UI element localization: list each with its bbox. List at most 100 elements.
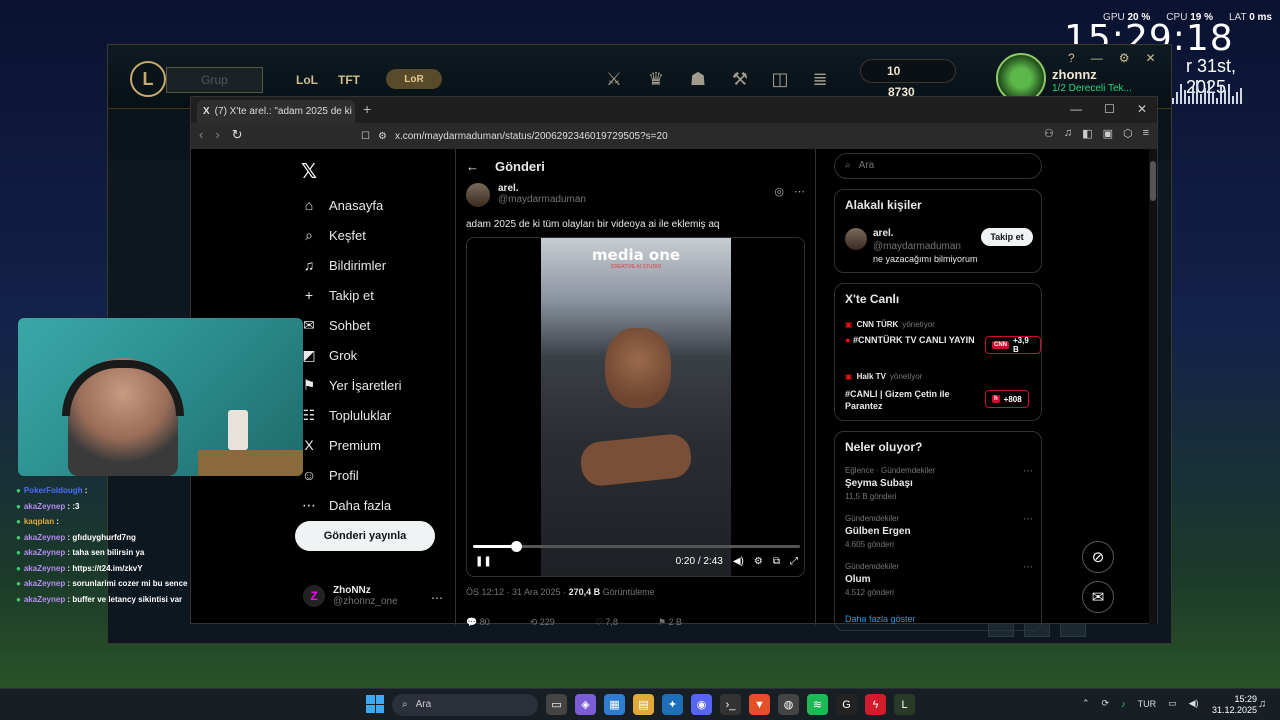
nav-item-5[interactable]: ◩ Grok bbox=[301, 347, 357, 364]
settings-icon[interactable]: ⚙ bbox=[754, 556, 763, 567]
help-icon[interactable]: ? bbox=[1068, 51, 1075, 65]
lol-logo[interactable]: L bbox=[130, 61, 166, 97]
grok-fab-icon[interactable]: ⊘ bbox=[1082, 541, 1114, 573]
lol-tab-lol[interactable]: LoL bbox=[296, 73, 318, 87]
reply-count[interactable]: 💬 80 bbox=[466, 617, 490, 628]
nav-item-3[interactable]: + Takip et bbox=[301, 287, 374, 303]
tweet-author[interactable]: arel. @maydarmaduman bbox=[466, 183, 586, 207]
video-player[interactable]: media one CREATIVE AI STUDIO ❚❚ 0:20 / 2… bbox=[466, 237, 805, 577]
app-icon[interactable]: ϟ bbox=[865, 694, 886, 715]
language-indicator[interactable]: TUR bbox=[1138, 699, 1157, 709]
minimize-icon[interactable]: — bbox=[1070, 102, 1082, 116]
pip-icon[interactable]: ⧉ bbox=[773, 556, 780, 567]
fullscreen-icon[interactable]: ⤢ bbox=[790, 556, 798, 567]
chevron-up-icon[interactable]: ⌃ bbox=[1082, 698, 1090, 709]
search-input[interactable]: ⌕ Ara bbox=[834, 153, 1042, 179]
nav-item-0[interactable]: ⌂ Anasayfa bbox=[301, 197, 383, 213]
browser-tab[interactable]: X (7) X'te arel.: "adam 2025 de ki × bbox=[197, 100, 355, 123]
mic-icon[interactable]: ♪ bbox=[1121, 699, 1126, 709]
video-progress-handle[interactable] bbox=[510, 541, 522, 552]
more-icon[interactable]: ⋯ bbox=[794, 185, 805, 198]
nav-item-7[interactable]: ☷ Topluluklar bbox=[301, 407, 391, 424]
avatar[interactable] bbox=[845, 228, 867, 250]
taskbar-clock[interactable]: 15:29 31.12.2025 bbox=[1212, 694, 1257, 716]
pause-icon[interactable]: ❚❚ bbox=[475, 556, 492, 567]
chat-username[interactable]: PokerFoldough bbox=[24, 486, 83, 495]
lol-loot-icon[interactable]: ⚒ bbox=[728, 67, 752, 91]
scrollbar[interactable] bbox=[1149, 149, 1157, 625]
more-icon[interactable]: ⋯ bbox=[431, 591, 443, 605]
lol-currency[interactable]: 10 bbox=[860, 59, 956, 83]
trend-name[interactable]: Olum bbox=[845, 574, 871, 585]
menu-icon[interactable]: ≡ bbox=[1143, 127, 1149, 140]
repost-count[interactable]: ⟲ 229 bbox=[530, 617, 555, 628]
wallet-icon[interactable]: ▣ bbox=[1103, 127, 1113, 140]
lol-clash-icon[interactable]: ⚔ bbox=[602, 67, 626, 91]
reload-icon[interactable]: ↻ bbox=[232, 127, 243, 143]
discord-icon[interactable]: ◉ bbox=[691, 694, 712, 715]
live-count-badge[interactable]: h +808 bbox=[985, 390, 1029, 408]
volume-icon[interactable]: ◀) bbox=[1189, 698, 1199, 709]
bookmark-icon[interactable]: ☐ bbox=[361, 131, 370, 142]
post-button[interactable]: Gönderi yayınla bbox=[295, 521, 435, 551]
related-name[interactable]: arel. bbox=[873, 228, 894, 239]
lol-ranked-icon[interactable]: ♛ bbox=[644, 67, 668, 91]
media-icon[interactable]: ♫ bbox=[1064, 127, 1072, 140]
video-frame[interactable]: media one CREATIVE AI STUDIO bbox=[541, 238, 731, 576]
app-icon[interactable]: G bbox=[836, 694, 857, 715]
address-bar[interactable]: ☐ ⚙ x.com/maydarmaduman/status/200629234… bbox=[361, 127, 921, 145]
sync-icon[interactable]: ⟳ bbox=[1102, 698, 1110, 709]
task-view-icon[interactable]: ▭ bbox=[546, 694, 567, 715]
spotify-icon[interactable]: ≋ bbox=[807, 694, 828, 715]
grok-icon[interactable]: ◎ bbox=[774, 185, 784, 198]
settings-icon[interactable]: ⚙ bbox=[1119, 51, 1130, 65]
nav-item-8[interactable]: X Premium bbox=[301, 437, 381, 453]
chat-username[interactable]: akaZeynep bbox=[24, 548, 65, 557]
lol-taskbar-icon[interactable]: L bbox=[894, 694, 915, 715]
nav-item-10[interactable]: ⋯ Daha fazla bbox=[301, 497, 391, 514]
notification-icon[interactable]: ♫ bbox=[1258, 698, 1266, 710]
start-button-icon[interactable] bbox=[366, 695, 384, 713]
lol-tab-tft[interactable]: TFT bbox=[338, 73, 360, 87]
messages-fab-icon[interactable]: ✉ bbox=[1082, 581, 1114, 613]
chat-username[interactable]: akaZeynep bbox=[24, 564, 65, 573]
bookmark-count[interactable]: ⚑ 2 B bbox=[658, 617, 682, 628]
nav-item-9[interactable]: ☺ Profil bbox=[301, 467, 359, 483]
trend-name[interactable]: Gülben Ergen bbox=[845, 526, 911, 537]
volume-icon[interactable]: ◀) bbox=[733, 556, 744, 567]
trend-name[interactable]: Şeyma Subaşı bbox=[845, 478, 913, 489]
store-icon[interactable]: ▦ bbox=[604, 694, 625, 715]
lol-play-button[interactable]: Grup bbox=[166, 67, 263, 93]
more-icon[interactable]: ⋯ bbox=[1023, 562, 1033, 573]
new-tab-button[interactable]: + bbox=[363, 101, 371, 117]
show-more-link[interactable]: Daha fazla göster bbox=[845, 614, 916, 624]
x-logo-icon[interactable]: 𝕏 bbox=[301, 159, 317, 184]
nav-item-2[interactable]: ♫ Bildirimler bbox=[301, 257, 386, 273]
follow-button[interactable]: Takip et bbox=[981, 228, 1033, 246]
brave-icon[interactable]: ▼ bbox=[749, 694, 770, 715]
live-count-badge[interactable]: CNN +3,9 B bbox=[985, 336, 1041, 354]
explorer-icon[interactable]: ▤ bbox=[633, 694, 654, 715]
chat-username[interactable]: kaqplan bbox=[24, 517, 54, 526]
video-progress-bar[interactable] bbox=[473, 541, 800, 552]
lol-shop-icon[interactable]: ◫ bbox=[768, 67, 792, 91]
chat-username[interactable]: akaZeynep bbox=[24, 595, 65, 604]
network-icon[interactable]: ▭ bbox=[1168, 698, 1177, 709]
taskbar-search[interactable]: ⌕ Ara bbox=[392, 694, 538, 716]
nav-item-4[interactable]: ✉ Sohbet bbox=[301, 317, 370, 334]
back-arrow-icon[interactable]: ← bbox=[466, 159, 479, 174]
live-title[interactable]: #CANLI | Gizem Çetin ile Parantez bbox=[845, 388, 985, 412]
lol-store-icon[interactable]: ≣ bbox=[808, 67, 832, 91]
terminal-icon[interactable]: ›_ bbox=[720, 694, 741, 715]
app-icon[interactable]: ✦ bbox=[662, 694, 683, 715]
account-switcher[interactable]: Z ZhoNNz @zhonnz_one bbox=[303, 585, 398, 607]
vpn-icon[interactable]: ⬡ bbox=[1123, 127, 1133, 140]
live-title[interactable]: ● #CNNTÜRK TV CANLI YAYIN bbox=[845, 334, 985, 346]
forward-icon[interactable]: › bbox=[215, 127, 219, 143]
chat-username[interactable]: akaZeynep bbox=[24, 533, 65, 542]
site-info-icon[interactable]: ⚙ bbox=[378, 131, 387, 142]
nav-item-6[interactable]: ⚑ Yer İşaretleri bbox=[301, 377, 402, 394]
back-icon[interactable]: ‹ bbox=[199, 127, 203, 143]
more-icon[interactable]: ⋯ bbox=[1023, 466, 1033, 477]
scrollbar-thumb[interactable] bbox=[1150, 161, 1156, 201]
